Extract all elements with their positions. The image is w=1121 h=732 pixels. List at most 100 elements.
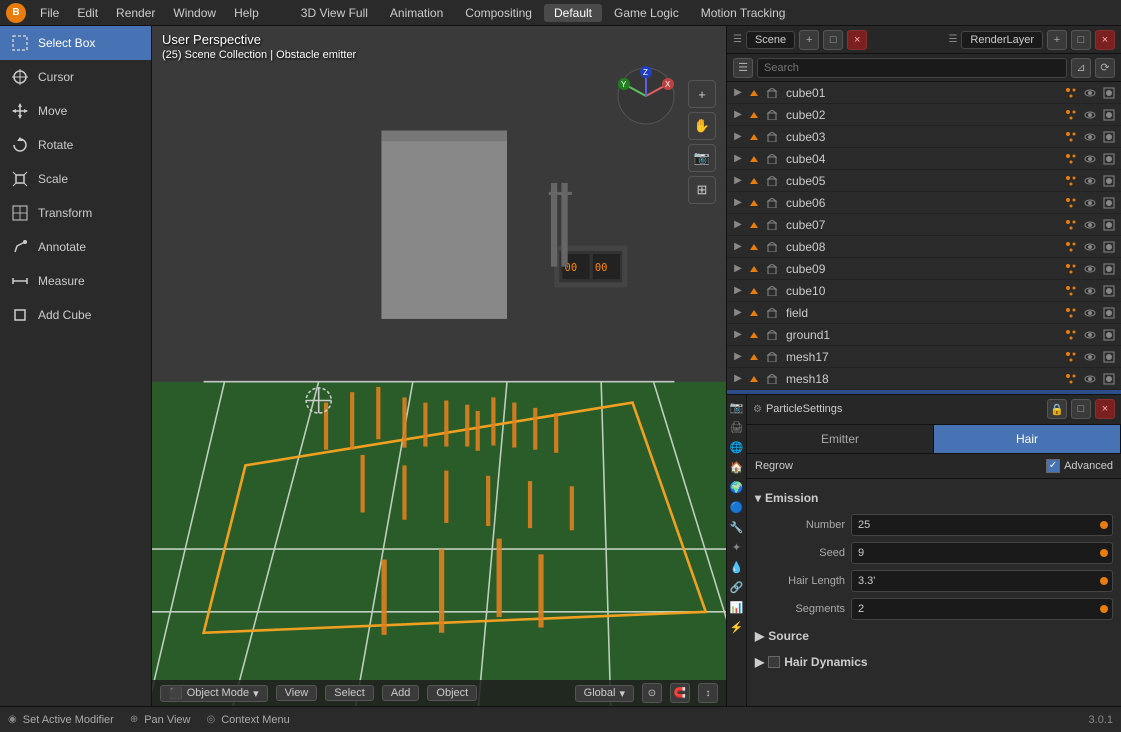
3d-viewport[interactable]: 00 00 User Perspective (25) Scene Collec…	[152, 26, 726, 706]
snap-button[interactable]: 🧲	[670, 683, 690, 703]
workspace-default[interactable]: Default	[544, 4, 602, 22]
pan-button[interactable]: ✋	[688, 112, 716, 140]
hair-dynamics-checkbox[interactable]	[768, 656, 780, 668]
render-icon[interactable]	[1101, 173, 1117, 189]
particle-icon[interactable]	[1063, 261, 1079, 277]
workspace-compositing[interactable]: Compositing	[455, 4, 542, 22]
render-icon[interactable]	[1101, 151, 1117, 167]
outliner-item[interactable]: ▶ cube02	[727, 104, 1121, 126]
source-header[interactable]: ▶ Source	[755, 625, 1113, 647]
zoom-in-button[interactable]: +	[688, 80, 716, 108]
visibility-icon[interactable]	[1082, 261, 1098, 277]
particle-icon[interactable]	[1063, 151, 1079, 167]
outliner-item[interactable]: ▶ cube01	[727, 82, 1121, 104]
tool-measure[interactable]: Measure	[0, 264, 151, 298]
hair-dynamics-header[interactable]: ▶ Hair Dynamics	[755, 651, 1113, 673]
particle-icon[interactable]	[1063, 129, 1079, 145]
outliner-item[interactable]: ▶ cube07	[727, 214, 1121, 236]
outliner-item[interactable]: ▶ cube05	[727, 170, 1121, 192]
view-menu[interactable]: View	[276, 685, 318, 701]
hair-length-field[interactable]: 3.3'	[851, 570, 1113, 592]
props-world-icon[interactable]: 🌍	[728, 479, 746, 497]
outliner-item[interactable]: ▶ cube03	[727, 126, 1121, 148]
outliner-item[interactable]: ▶ cube08	[727, 236, 1121, 258]
outliner-search[interactable]	[757, 58, 1067, 78]
number-field[interactable]: 25	[851, 514, 1113, 536]
camera-button[interactable]: 📷	[688, 144, 716, 172]
props-physics-icon[interactable]: 💧	[728, 559, 746, 577]
visibility-icon[interactable]	[1082, 371, 1098, 387]
emission-header[interactable]: ▾ Emission	[755, 487, 1113, 509]
outliner-item[interactable]: ▶ cube10	[727, 280, 1121, 302]
outliner-item[interactable]: ▶ cube04	[727, 148, 1121, 170]
workspace-animation[interactable]: Animation	[380, 4, 453, 22]
render-icon[interactable]	[1101, 195, 1117, 211]
visibility-icon[interactable]	[1082, 283, 1098, 299]
props-lock-button[interactable]: 🔒	[1047, 399, 1067, 419]
proportional-edit-button[interactable]: ⊙	[642, 683, 662, 703]
particle-icon[interactable]	[1063, 283, 1079, 299]
advanced-checkbox[interactable]: ✓	[1046, 459, 1060, 473]
menu-file[interactable]: File	[32, 4, 67, 22]
tool-add-cube[interactable]: Add Cube	[0, 298, 151, 332]
tab-emitter[interactable]: Emitter	[747, 425, 934, 453]
object-menu[interactable]: Object	[427, 685, 477, 701]
outliner-item[interactable]: ▶ ground1	[727, 324, 1121, 346]
workspace-motiontracking[interactable]: Motion Tracking	[691, 4, 796, 22]
outliner-display-mode[interactable]: ☰	[733, 58, 753, 78]
props-view-layer-icon[interactable]: 🌐	[728, 439, 746, 457]
tool-transform[interactable]: Transform	[0, 196, 151, 230]
particle-icon[interactable]	[1063, 195, 1079, 211]
outliner-item[interactable]: ▶ mesh18	[727, 368, 1121, 390]
workspace-3dview[interactable]: 3D View Full	[291, 4, 378, 22]
visibility-icon[interactable]	[1082, 305, 1098, 321]
tool-select-box[interactable]: Select Box	[0, 26, 151, 60]
particle-icon[interactable]	[1063, 371, 1079, 387]
scene-view-button[interactable]: □	[823, 30, 843, 50]
select-menu[interactable]: Select	[325, 685, 374, 701]
menu-help[interactable]: Help	[226, 4, 267, 22]
props-modifier-icon[interactable]: 🔧	[728, 519, 746, 537]
visibility-icon[interactable]	[1082, 173, 1098, 189]
visibility-icon[interactable]	[1082, 327, 1098, 343]
transform-pivot-button[interactable]: ↕	[698, 683, 718, 703]
tool-cursor[interactable]: Cursor	[0, 60, 151, 94]
outliner-item[interactable]: ▶ mesh17	[727, 346, 1121, 368]
particle-icon[interactable]	[1063, 173, 1079, 189]
particle-icon[interactable]	[1063, 305, 1079, 321]
outliner-item[interactable]: ▶ cube06	[727, 192, 1121, 214]
visibility-icon[interactable]	[1082, 217, 1098, 233]
props-copy-button[interactable]: □	[1071, 399, 1091, 419]
particle-icon[interactable]	[1063, 107, 1079, 123]
render-icon[interactable]	[1101, 217, 1117, 233]
renderlayer-view-button[interactable]: □	[1071, 30, 1091, 50]
render-icon[interactable]	[1101, 85, 1117, 101]
render-icon[interactable]	[1101, 327, 1117, 343]
outliner-item[interactable]: ▶ field	[727, 302, 1121, 324]
tool-scale[interactable]: Scale	[0, 162, 151, 196]
props-constraints-icon[interactable]: 🔗	[728, 579, 746, 597]
add-menu[interactable]: Add	[382, 685, 420, 701]
props-render-icon[interactable]: 📷	[728, 399, 746, 417]
particle-icon[interactable]	[1063, 349, 1079, 365]
menu-edit[interactable]: Edit	[69, 4, 106, 22]
visibility-icon[interactable]	[1082, 239, 1098, 255]
outliner-sync-button[interactable]: ⟳	[1095, 58, 1115, 78]
props-close-button[interactable]: ×	[1095, 399, 1115, 419]
grid-button[interactable]: ⊞	[688, 176, 716, 204]
render-icon[interactable]	[1101, 107, 1117, 123]
tool-annotate[interactable]: Annotate	[0, 230, 151, 264]
tool-move[interactable]: Move	[0, 94, 151, 128]
visibility-icon[interactable]	[1082, 151, 1098, 167]
render-icon[interactable]	[1101, 283, 1117, 299]
visibility-icon[interactable]	[1082, 195, 1098, 211]
particle-icon[interactable]	[1063, 217, 1079, 233]
tab-hair[interactable]: Hair	[934, 425, 1121, 453]
object-mode-select[interactable]: ⬛ Object Mode ▾	[160, 685, 268, 702]
props-scene-icon[interactable]: 🏠	[728, 459, 746, 477]
viewport-gizmo[interactable]: X Y Z	[616, 66, 676, 126]
visibility-icon[interactable]	[1082, 349, 1098, 365]
renderlayer-add-button[interactable]: +	[1047, 30, 1067, 50]
props-output-icon[interactable]: 🖨	[728, 419, 746, 437]
seed-field[interactable]: 9	[851, 542, 1113, 564]
